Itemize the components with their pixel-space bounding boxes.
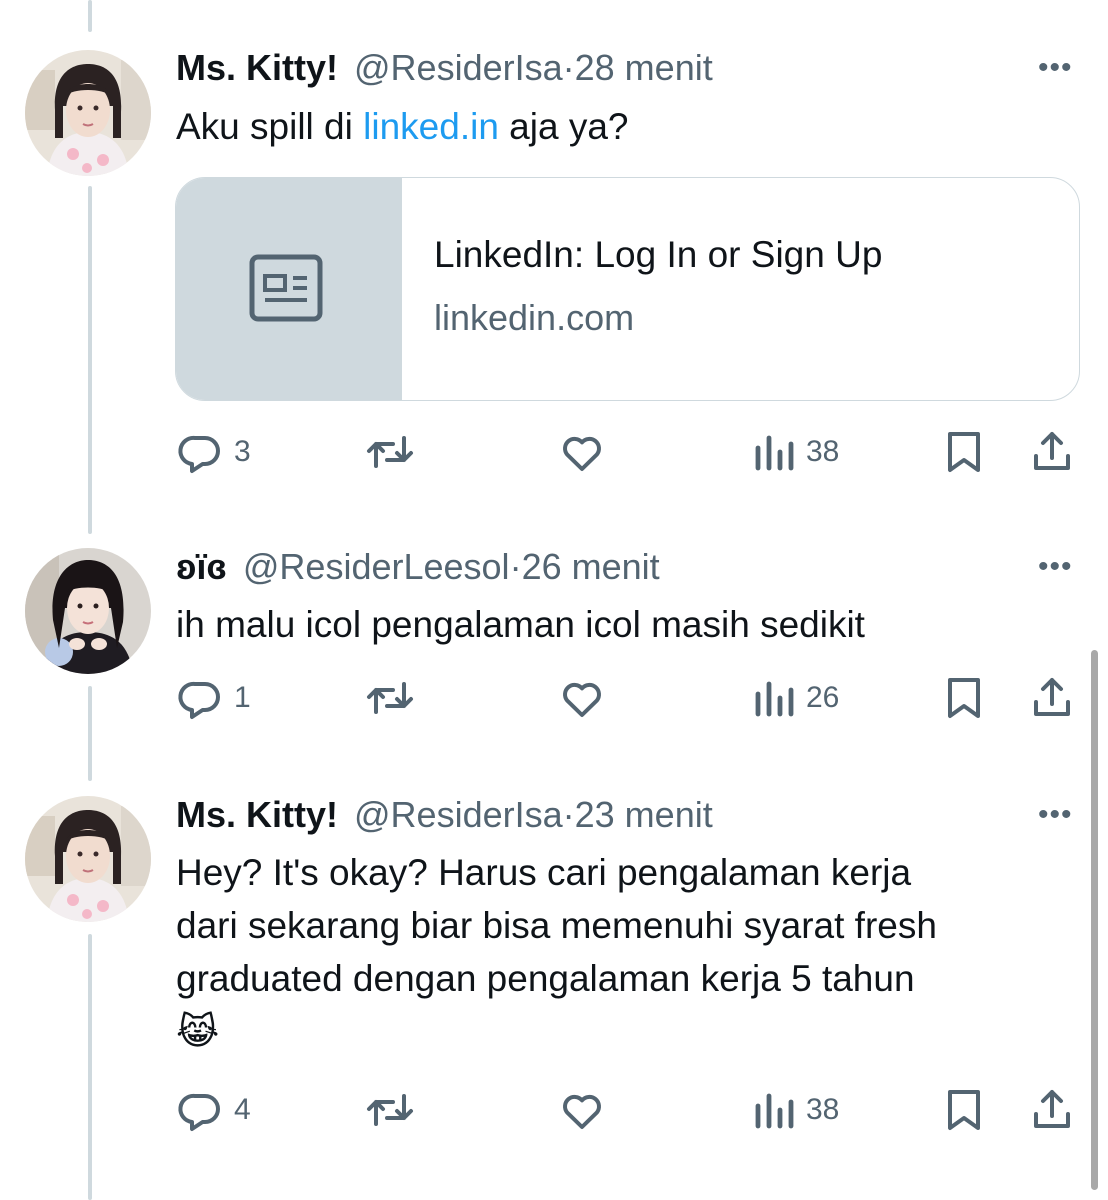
bookmark-icon [948,678,980,718]
reply-button[interactable]: 1 [176,674,251,722]
handle[interactable]: @ResiderLeesol [243,546,510,587]
avatar[interactable] [25,50,151,176]
reply-icon [178,1093,220,1131]
reply-count: 1 [234,681,251,714]
like-button[interactable] [557,674,607,722]
tweet-text: Aku spill di linked.in aja ya? [176,100,1076,153]
more-icon[interactable]: ••• [1038,800,1073,830]
views-count: 26 [806,681,840,714]
handle[interactable]: @ResiderIsa [354,794,563,835]
retweet-button[interactable] [364,674,416,722]
tweet-header: Ms. Kitty! @ResiderIsa·23 menit [176,793,713,837]
thread-line-top [88,0,92,32]
tweet-link[interactable]: linked.in [363,106,499,147]
views-button[interactable]: 38 [752,428,839,476]
timestamp[interactable]: 23 menit [575,794,713,835]
action-bar: 3 38 [0,428,1108,478]
reply-button[interactable]: 4 [176,1086,251,1134]
views-button[interactable]: 38 [752,1086,839,1134]
tweet-text-line: dari sekarang biar bisa memenuhi syarat … [176,905,937,946]
scrollbar[interactable] [1091,650,1098,1190]
share-button[interactable] [1027,428,1077,476]
bookmark-button[interactable] [940,674,988,722]
avatar[interactable] [25,548,151,674]
retweet-icon [367,682,413,714]
separator-dot: · [509,546,522,587]
display-name[interactable]: Ms. Kitty! [176,47,338,88]
views-icon [755,1093,794,1129]
tweet-text: ih malu icol pengalaman icol masih sedik… [176,604,865,645]
bookmark-icon [948,1090,980,1130]
views-button[interactable]: 26 [752,674,839,722]
reply-count: 4 [234,1093,251,1126]
retweet-button[interactable] [364,428,416,476]
tweet-header: Ms. Kitty! @ResiderIsa·28 menit [176,46,713,90]
handle[interactable]: @ResiderIsa [354,47,563,88]
display-name[interactable]: ʚïɞ [176,546,227,587]
emoji: 😹 [176,1011,220,1052]
share-icon [1034,1090,1070,1128]
action-bar: 1 26 [0,674,1108,724]
bookmark-button[interactable] [940,428,988,476]
like-icon [563,1094,601,1129]
separator-dot: · [562,794,575,835]
reply-icon [178,681,220,719]
bookmark-button[interactable] [940,1086,988,1134]
share-button[interactable] [1027,674,1077,722]
card-thumbnail [176,178,402,400]
separator-dot: · [562,47,575,88]
views-icon [755,681,794,717]
more-icon[interactable]: ••• [1038,552,1073,582]
tweet-text-part: Aku spill di [176,106,364,147]
tweet-text-line: Hey? It's okay? Harus cari pengalaman ke… [176,852,912,893]
views-count: 38 [806,1093,840,1126]
thread-line-3 [88,934,92,1200]
share-icon [1034,432,1070,470]
retweet-icon [367,436,413,468]
retweet-icon [367,1094,413,1126]
like-button[interactable] [557,1086,607,1134]
views-icon [755,435,794,471]
thread-line-1 [88,186,92,534]
reply-icon [178,435,220,473]
reply-count: 3 [234,435,251,468]
display-name[interactable]: Ms. Kitty! [176,794,338,835]
tweet-text-part: aja ya? [498,106,629,147]
timestamp[interactable]: 28 menit [575,47,713,88]
card-title: LinkedIn: Log In or Sign Up [434,234,883,275]
tweet-text: Hey? It's okay? Harus cari pengalaman ke… [176,846,1076,1058]
like-button[interactable] [557,428,607,476]
retweet-button[interactable] [364,1086,416,1134]
tweet-header: ʚïɞ @ResiderLeesol·26 menit [176,545,660,589]
reply-button[interactable]: 3 [176,428,251,476]
card-domain: linkedin.com [434,297,635,338]
views-count: 38 [806,435,840,468]
tweet-text-line: graduated dengan pengalaman kerja 5 tahu… [176,958,915,999]
bookmark-icon [948,432,980,472]
timestamp[interactable]: 26 menit [522,546,660,587]
article-icon [249,254,323,322]
like-icon [563,682,601,717]
share-icon [1034,678,1070,716]
share-button[interactable] [1027,1086,1077,1134]
like-icon [563,436,601,471]
link-card[interactable]: LinkedIn: Log In or Sign Up linkedin.com [175,177,1080,401]
avatar[interactable] [25,796,151,922]
more-icon[interactable]: ••• [1038,53,1073,83]
action-bar: 4 38 [0,1086,1108,1136]
